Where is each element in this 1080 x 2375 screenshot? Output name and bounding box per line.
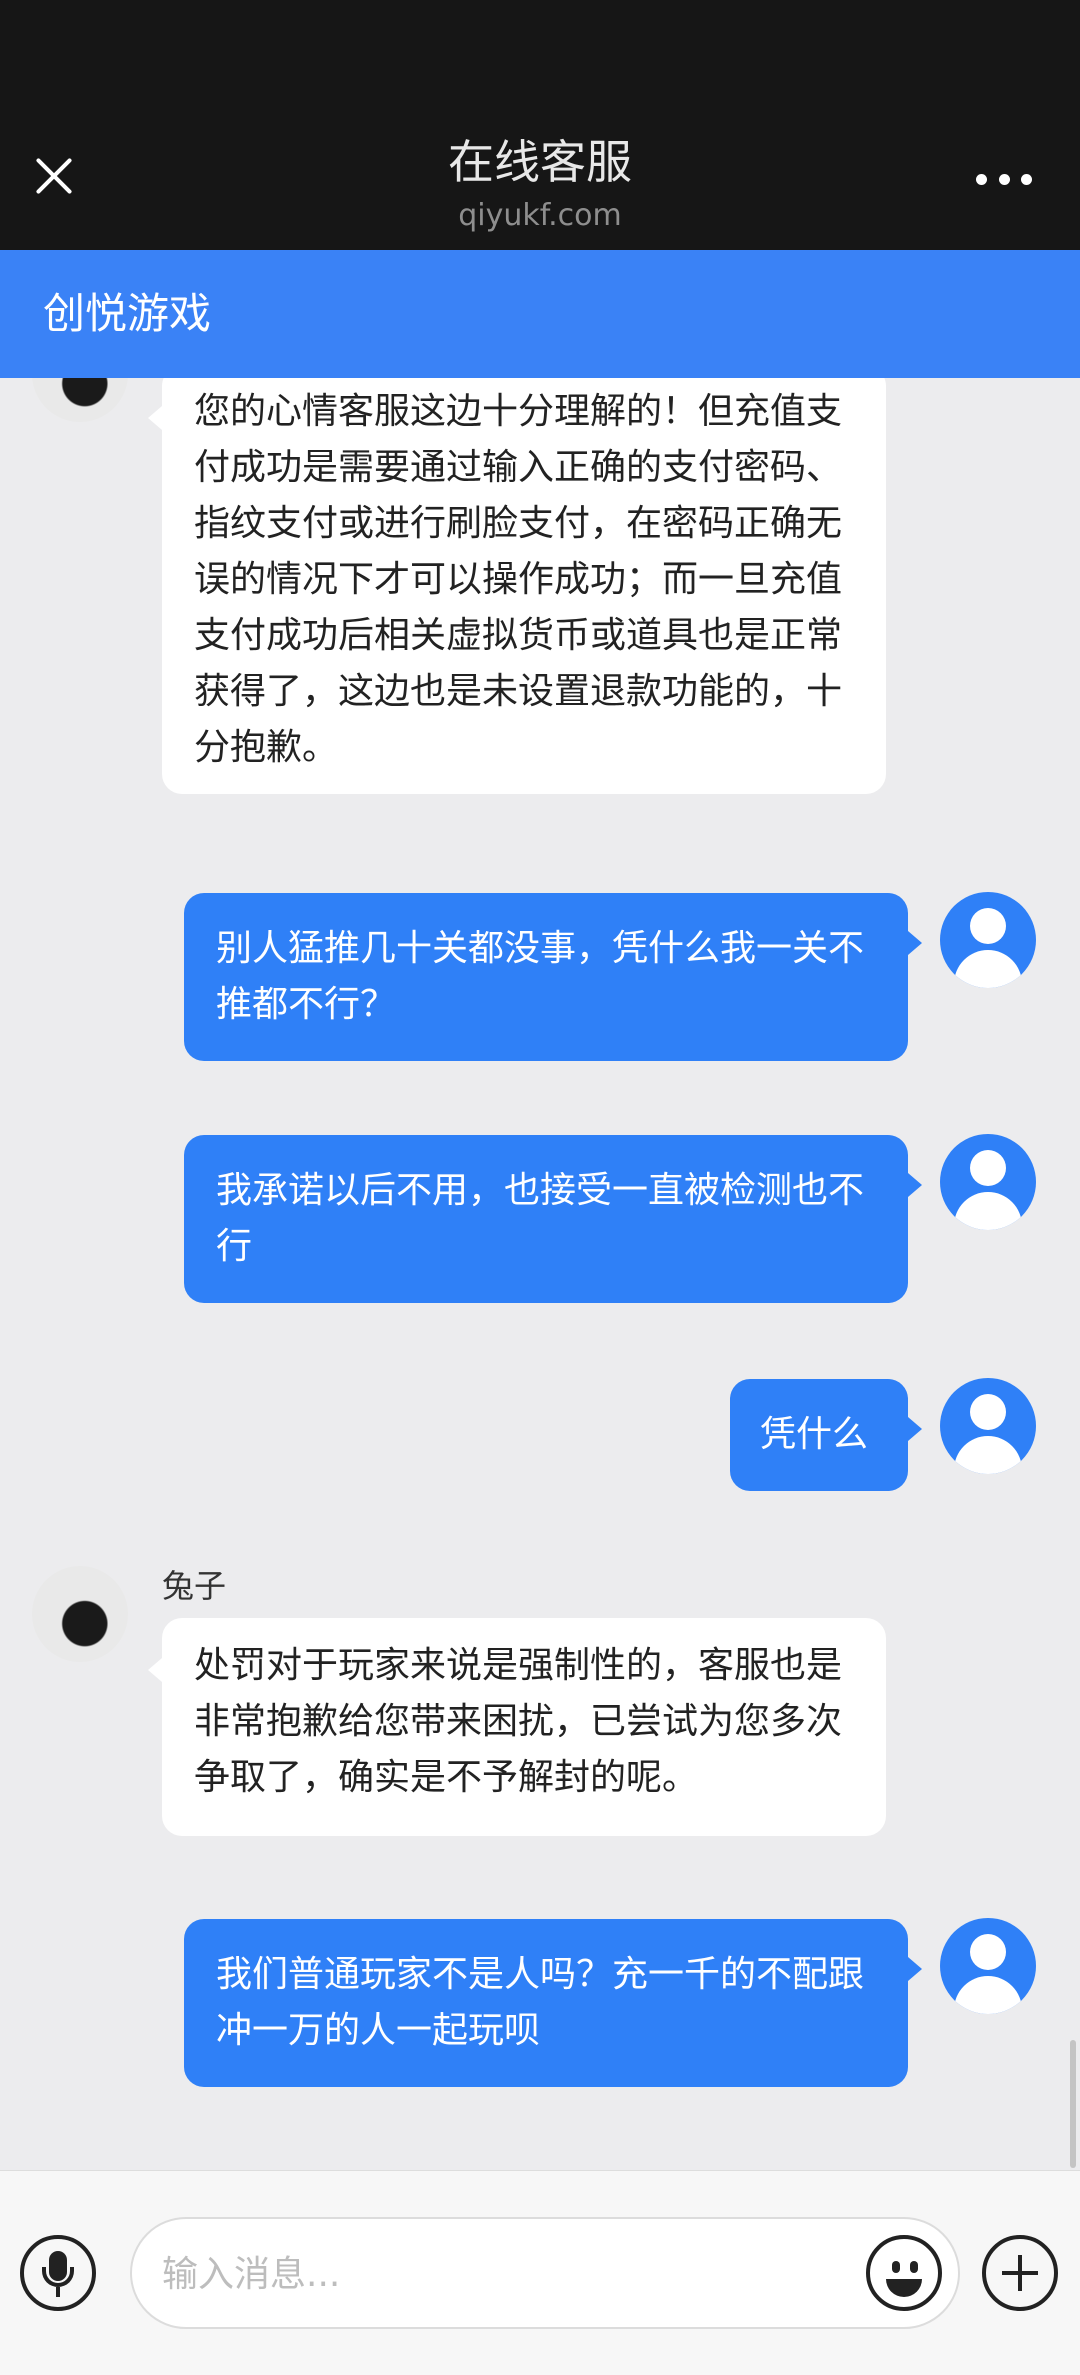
user-message-bubble: 我们普通玩家不是人吗？充一千的不配跟冲一万的人一起玩呗 [184, 1919, 922, 2087]
page-domain: qiyukf.com [458, 198, 622, 233]
agent-avatar [32, 1566, 128, 1662]
title-block: 在线客服 qiyukf.com [240, 132, 840, 236]
user-message-bubble: 别人猛推几十关都没事，凭什么我一关不推都不行？ [184, 893, 922, 1061]
emoji-icon[interactable] [866, 2235, 942, 2311]
service-header: 创悦游戏 [0, 250, 1080, 378]
agent-message-bubble: 处罚对于玩家来说是强制性的，客服也是非常抱歉给您带来困扰，已尝试为您多次争取了，… [148, 1618, 886, 1836]
chat-scrollbar[interactable] [1070, 2040, 1076, 2168]
microphone-icon[interactable] [20, 2235, 96, 2311]
chat-area[interactable]: 您的心情客服这边十分理解的！但充值支付成功是需要通过输入正确的支付密码、指纹支付… [0, 378, 1080, 2170]
agent-name: 兔子 [162, 1567, 227, 1605]
message-input[interactable] [162, 2239, 862, 2309]
message-input-box[interactable] [130, 2217, 960, 2329]
user-message-bubble: 凭什么 [730, 1379, 922, 1491]
user-avatar-icon [940, 892, 1036, 988]
service-title: 创悦游戏 [43, 289, 212, 338]
close-icon[interactable] [28, 150, 80, 202]
title-bar: 在线客服 qiyukf.com [0, 0, 1080, 250]
agent-message-bubble: 您的心情客服这边十分理解的！但充值支付成功是需要通过输入正确的支付密码、指纹支付… [148, 378, 886, 794]
agent-avatar [32, 378, 128, 422]
user-message-bubble: 我承诺以后不用，也接受一直被检测也不行 [184, 1135, 922, 1303]
input-bar [0, 2170, 1080, 2375]
user-avatar-icon [940, 1378, 1036, 1474]
plus-icon[interactable] [982, 2235, 1058, 2311]
user-avatar-icon [940, 1918, 1036, 2014]
page-title: 在线客服 [448, 135, 632, 189]
more-dots-icon[interactable] [976, 174, 1032, 190]
user-avatar-icon [940, 1134, 1036, 1230]
